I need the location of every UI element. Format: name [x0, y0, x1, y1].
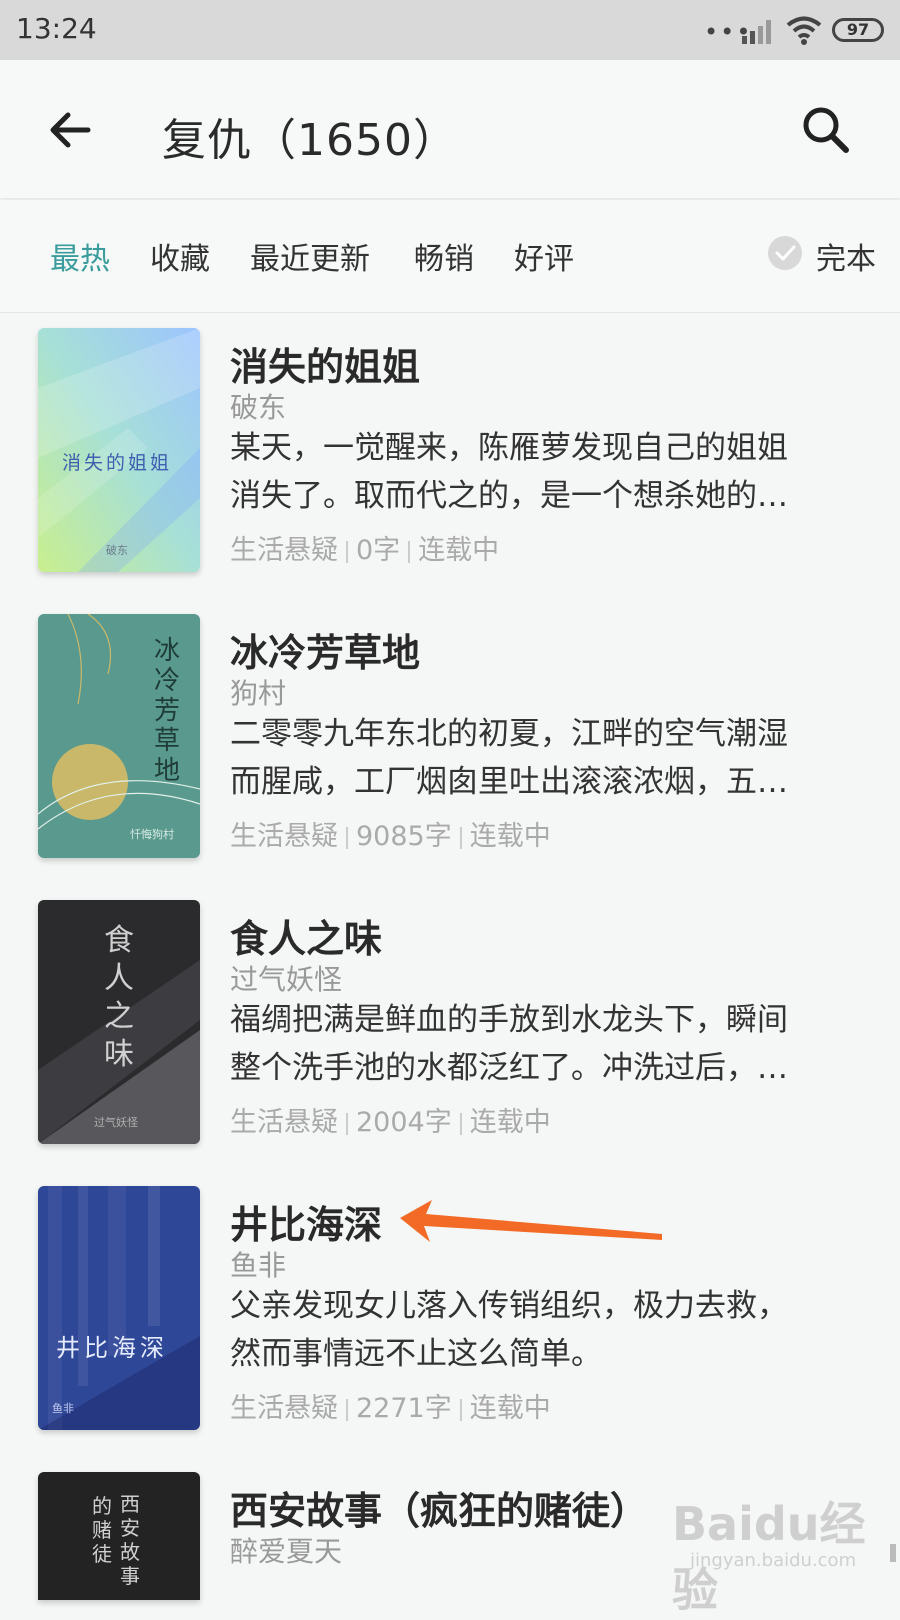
list-item[interactable]: 食人之味 过气妖怪 食人之味 过气妖怪 福绸把满是鲜血的手放到水龙头下，瞬间 整…	[0, 900, 900, 1192]
back-arrow-icon[interactable]	[44, 104, 96, 156]
cover-author: 忏悔狗村	[130, 828, 174, 841]
book-cover[interactable]: 井比海深 鱼非	[38, 1186, 200, 1430]
book-title[interactable]: 西安故事（疯狂的赌徒）	[230, 1480, 648, 1535]
book-word-count: 9085字	[356, 821, 452, 852]
book-status: 连载中	[418, 535, 500, 566]
complete-filter-label[interactable]: 完本	[816, 234, 876, 278]
filter-bar: 最热 收藏 最近更新 畅销 好评 完本	[0, 200, 900, 313]
book-word-count: 2004字	[356, 1107, 452, 1138]
book-title[interactable]: 井比海深	[230, 1194, 382, 1249]
watermark-url: jingyan.baidu.com	[690, 1550, 857, 1571]
meta-divider	[346, 1112, 348, 1135]
book-cover[interactable]: 冰冷芳草地 忏悔狗村	[38, 614, 200, 858]
book-meta: 生活悬疑 2271字 连载中	[230, 1386, 551, 1425]
book-cover[interactable]: 的赌徒 西安故事	[38, 1472, 200, 1600]
meta-divider	[459, 826, 462, 849]
book-status: 连载中	[469, 821, 551, 852]
book-word-count: 0字	[356, 535, 401, 566]
book-author: 狗村	[230, 677, 287, 710]
book-cover[interactable]: 食人之味 过气妖怪	[38, 900, 200, 1144]
app-header: 复仇（1650）	[0, 60, 900, 198]
tab-recent-updates[interactable]: 最近更新	[250, 234, 370, 278]
book-meta: 生活悬疑 9085字 连载中	[230, 814, 551, 853]
description-line: 消失了。取而代之的，是一个想杀她的…	[230, 478, 788, 514]
cover-title: 消失的姐姐	[62, 452, 173, 474]
book-cover[interactable]: 消失的姐姐 破东	[38, 328, 200, 572]
description-line: 父亲发现女儿落入传销组织，极力去救，	[230, 1288, 788, 1324]
search-icon[interactable]	[800, 104, 852, 156]
book-author: 破东	[230, 391, 287, 424]
cover-title: 食人之味	[104, 923, 134, 1072]
book-description: 二零零九年东北的初夏，江畔的空气潮湿 而腥咸，工厂烟囱里吐出滚滚浓烟，五…	[230, 710, 860, 806]
annotation-arrow	[400, 1200, 662, 1242]
scrollbar-thumb[interactable]	[890, 1544, 896, 1562]
meta-divider	[346, 540, 348, 563]
book-status: 连载中	[469, 1107, 551, 1138]
cover-title: 冰冷芳草地	[154, 636, 181, 786]
description-line: 然而事情远不止这么简单。	[230, 1336, 602, 1372]
cover-title: 井比海深	[56, 1334, 168, 1362]
tab-favorites[interactable]: 收藏	[150, 234, 210, 278]
tab-top-rated[interactable]: 好评	[514, 234, 574, 278]
book-author: 过气妖怪	[230, 963, 343, 996]
book-meta: 生活悬疑 0字 连载中	[230, 528, 499, 567]
status-time: 13:24	[16, 12, 97, 45]
book-category: 生活悬疑	[230, 821, 338, 852]
signal-icon	[742, 20, 771, 44]
book-category: 生活悬疑	[230, 1107, 338, 1138]
description-line: 某天，一觉醒来，陈雁萝发现自己的姐姐	[230, 430, 788, 466]
book-category: 生活悬疑	[230, 1393, 338, 1424]
cover-author: 过气妖怪	[94, 1116, 138, 1129]
book-title[interactable]: 食人之味	[230, 908, 382, 963]
book-title[interactable]: 冰冷芳草地	[230, 622, 420, 677]
cover-title: 西安故事	[120, 1492, 140, 1588]
meta-divider	[408, 540, 411, 563]
book-title[interactable]: 消失的姐姐	[230, 336, 420, 391]
book-description: 某天，一觉醒来，陈雁萝发现自己的姐姐 消失了。取而代之的，是一个想杀她的…	[230, 424, 860, 520]
book-status: 连载中	[469, 1393, 551, 1424]
book-word-count: 2271字	[356, 1393, 452, 1424]
meta-divider	[459, 1398, 462, 1421]
book-author: 醉爱夏天	[230, 1535, 343, 1568]
description-line: 福绸把满是鲜血的手放到水龙头下，瞬间	[230, 1002, 788, 1038]
tab-bestselling[interactable]: 畅销	[414, 234, 474, 278]
list-item[interactable]: 冰冷芳草地 忏悔狗村 冰冷芳草地 狗村 二零零九年东北的初夏，江畔的空气潮湿 而…	[0, 614, 900, 906]
meta-divider	[346, 826, 348, 849]
book-meta: 生活悬疑 2004字 连载中	[230, 1100, 551, 1139]
battery-icon: 97	[832, 18, 884, 42]
book-description: 福绸把满是鲜血的手放到水龙头下，瞬间 整个洗手池的水都泛红了。冲洗过后，…	[230, 996, 860, 1092]
status-bar: 13:24 ••• 97	[0, 0, 900, 60]
book-category: 生活悬疑	[230, 535, 338, 566]
book-description: 父亲发现女儿落入传销组织，极力去救， 然而事情远不止这么简单。	[230, 1282, 860, 1378]
cover-author: 破东	[106, 544, 128, 557]
complete-check-icon[interactable]	[768, 236, 802, 270]
description-line: 而腥咸，工厂烟囱里吐出滚滚浓烟，五…	[230, 764, 788, 800]
description-line: 二零零九年东北的初夏，江畔的空气潮湿	[230, 716, 788, 752]
meta-divider	[459, 1112, 462, 1135]
list-item[interactable]: 消失的姐姐 破东 消失的姐姐 破东 某天，一觉醒来，陈雁萝发现自己的姐姐 消失了…	[0, 328, 900, 620]
wifi-icon	[786, 16, 822, 45]
description-line: 整个洗手池的水都泛红了。冲洗过后，…	[230, 1050, 788, 1086]
tab-hottest[interactable]: 最热	[50, 234, 110, 278]
meta-divider	[346, 1398, 348, 1421]
cover-title-part: 的赌徒	[92, 1494, 112, 1566]
book-author: 鱼非	[230, 1249, 287, 1282]
page-title: 复仇（1650）	[162, 115, 458, 166]
cover-author: 鱼非	[52, 1402, 74, 1415]
